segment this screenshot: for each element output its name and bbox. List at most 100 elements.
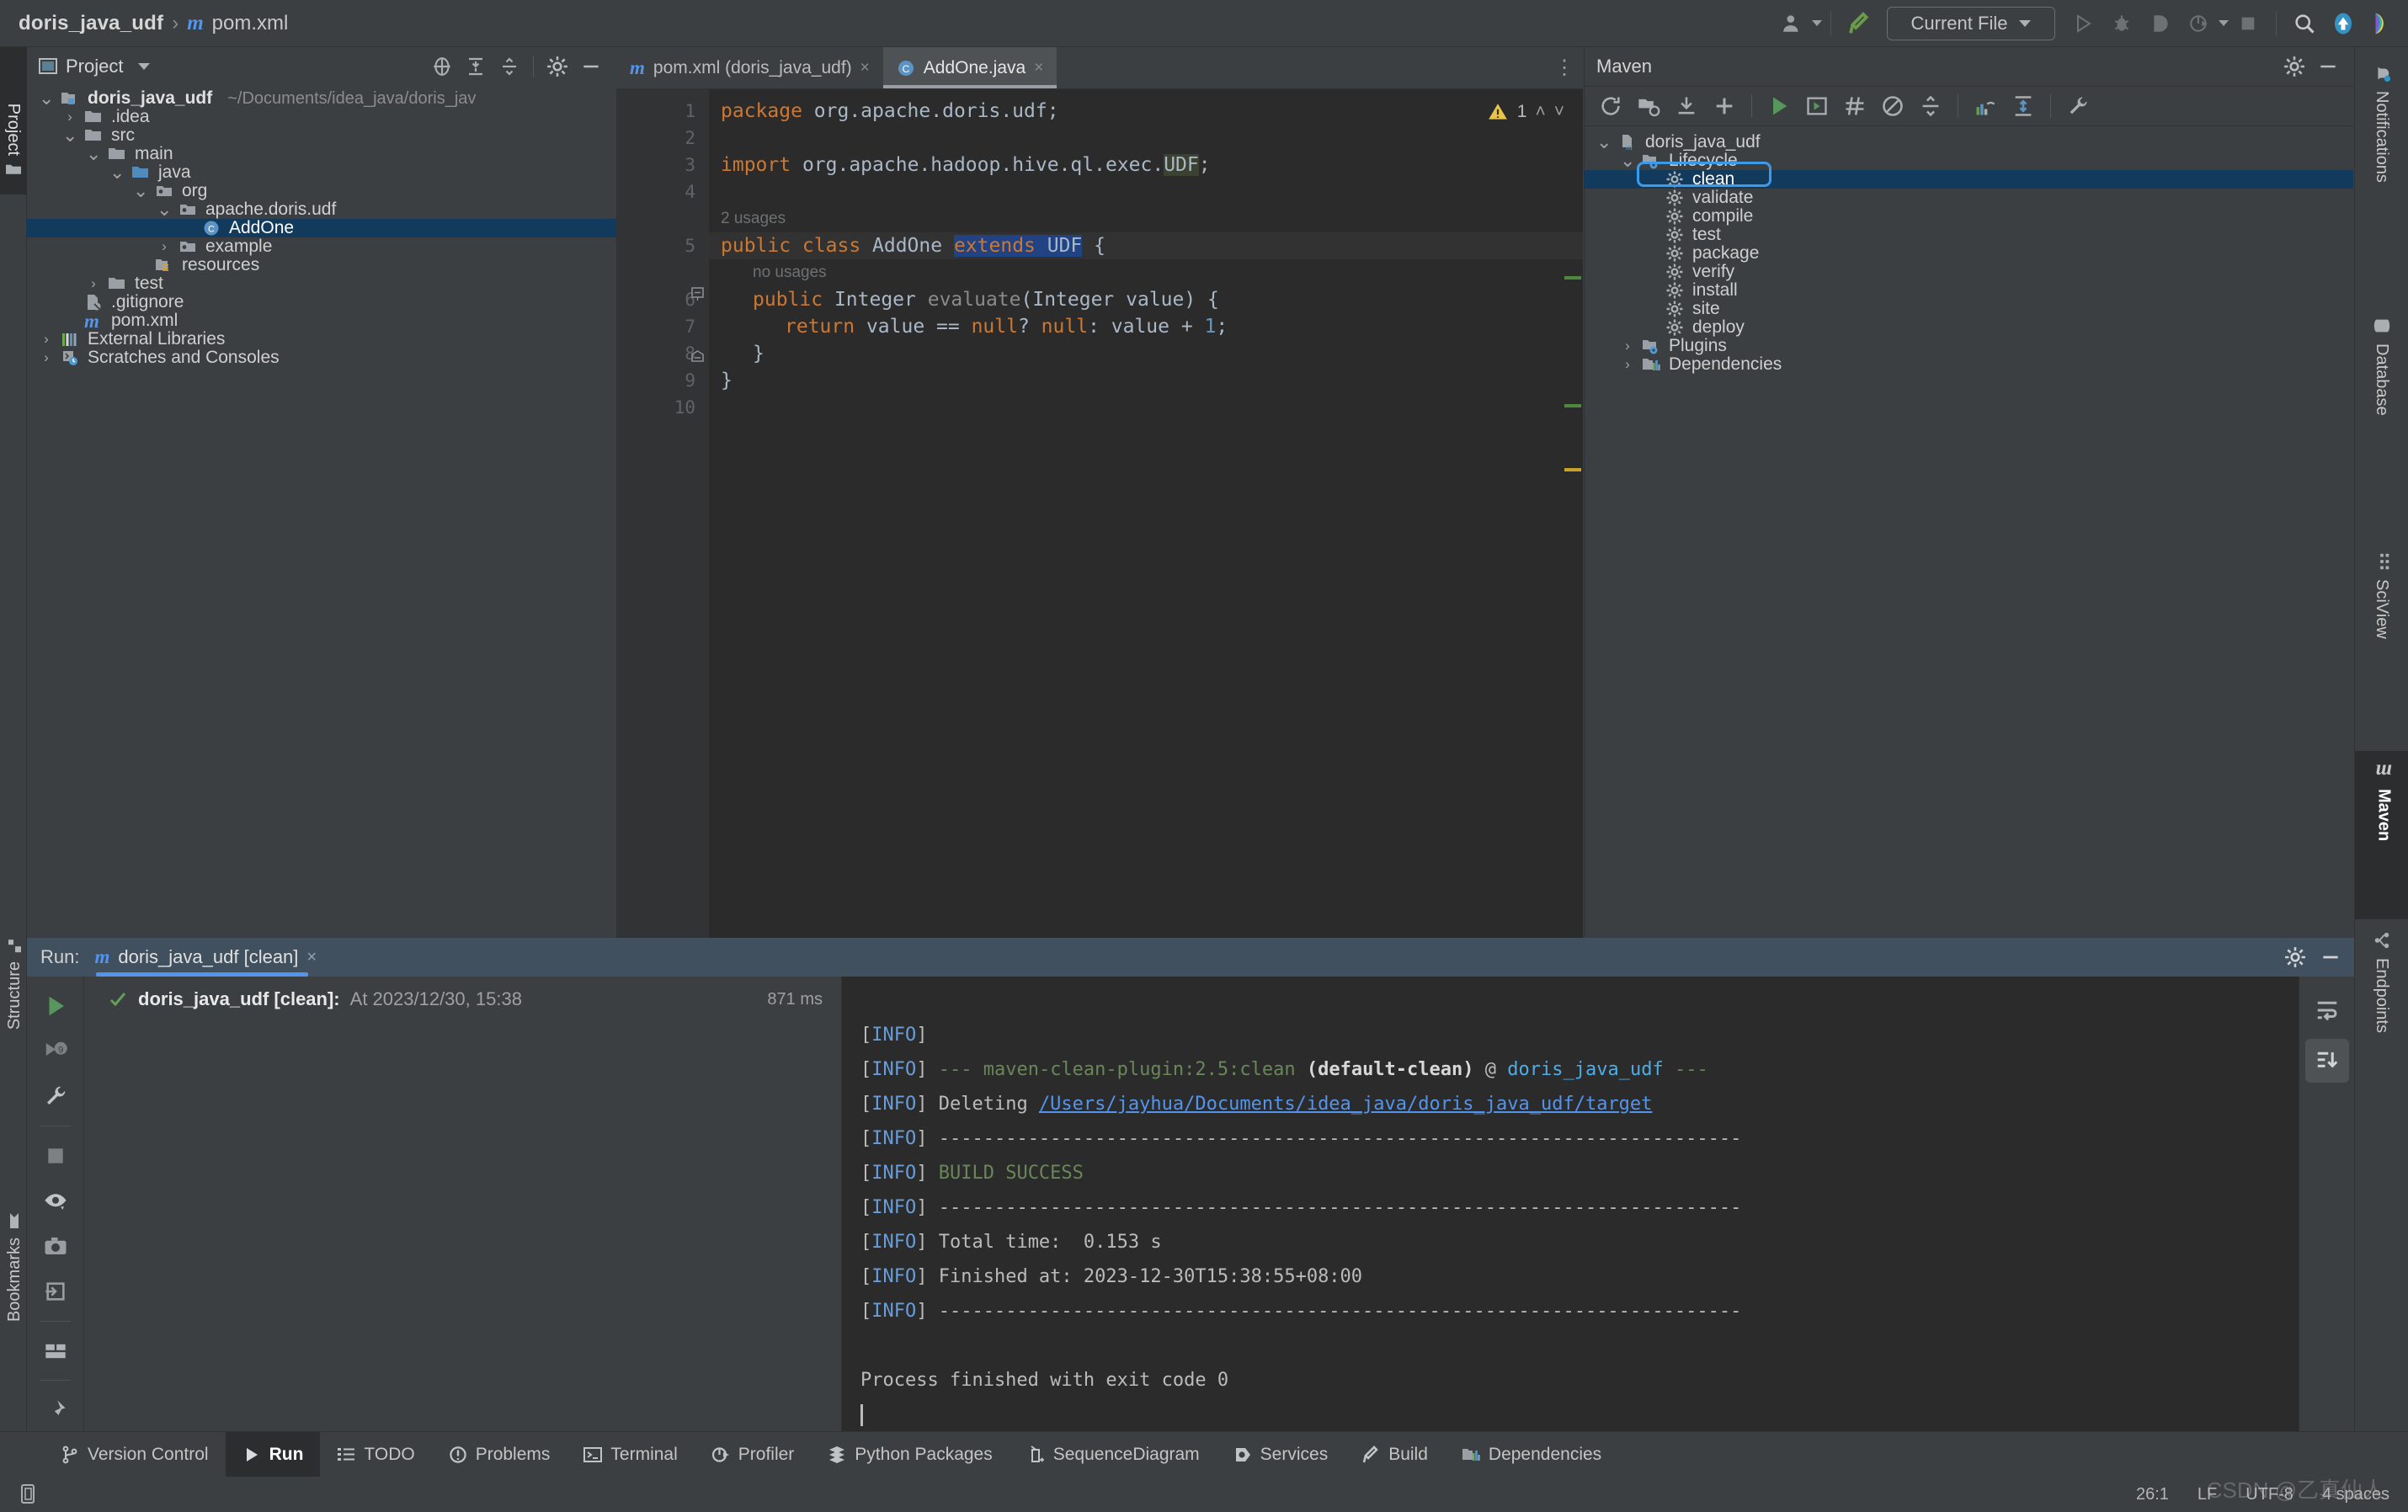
build-hammer-icon[interactable]	[1840, 4, 1878, 43]
run-configuration-selector[interactable]: Current File	[1887, 7, 2055, 40]
memory-indicator-icon[interactable]	[19, 1483, 39, 1505]
download-sources-icon[interactable]	[1669, 89, 1704, 123]
line-separator[interactable]: LF	[2198, 1485, 2217, 1504]
expand-all-icon[interactable]	[461, 51, 491, 82]
run-icon[interactable]	[1761, 89, 1797, 123]
chevron-down-icon[interactable]: ⌄	[39, 94, 54, 103]
close-icon[interactable]: ×	[860, 59, 870, 77]
pin-icon[interactable]	[33, 1389, 78, 1431]
add-maven-project-icon[interactable]	[1631, 89, 1666, 123]
close-icon[interactable]: ×	[1034, 59, 1043, 77]
project-tree-row[interactable]: ›.idea	[27, 108, 616, 126]
stop-icon[interactable]	[33, 1135, 78, 1177]
chevron-down-icon[interactable]: ⌄	[86, 150, 101, 158]
profiler-dropdown-caret-icon[interactable]	[2219, 20, 2229, 26]
inspection-widget[interactable]: 1 ˄ ˅	[1487, 101, 1564, 123]
run-result-row[interactable]: doris_java_udf [clean]: At 2023/12/30, 1…	[84, 985, 841, 1014]
execute-goal-icon[interactable]	[1799, 89, 1835, 123]
code-editor[interactable]: 1 2 3 4 5 6 7 8 9 10	[616, 89, 1583, 938]
project-tree-row[interactable]: CAddOne	[27, 219, 616, 237]
gear-icon[interactable]	[542, 51, 573, 82]
project-tree-row[interactable]: resources	[27, 256, 616, 274]
collapse-all-icon[interactable]	[494, 51, 525, 82]
file-encoding[interactable]: UTF-8	[2246, 1485, 2293, 1504]
maven-tree-row[interactable]: validate	[1585, 189, 2353, 207]
chevron-right-icon[interactable]: ›	[157, 238, 172, 255]
usages-hint-method[interactable]: no usages	[709, 259, 1583, 286]
fold-marker-method[interactable]	[690, 286, 706, 301]
run-with-coverage-icon[interactable]	[2141, 4, 2180, 43]
breadcrumb-file[interactable]: pom.xml	[212, 12, 289, 35]
hide-icon[interactable]	[2315, 942, 2346, 972]
skip-tests-icon[interactable]	[1837, 89, 1873, 123]
chevron-right-icon[interactable]: ›	[86, 275, 101, 292]
profiler-icon[interactable]	[2180, 4, 2219, 43]
search-icon[interactable]	[2285, 4, 2324, 43]
sidebar-item-sciview[interactable]: SciView	[2355, 540, 2408, 751]
rerun-failed-icon[interactable]: 9	[33, 1030, 78, 1073]
chevron-down-icon[interactable]: ⌄	[62, 131, 77, 140]
project-tree-row[interactable]: ›example	[27, 237, 616, 256]
scroll-to-end-icon[interactable]	[2305, 1039, 2349, 1083]
run-results-tree[interactable]: doris_java_udf [clean]: At 2023/12/30, 1…	[84, 977, 842, 1431]
stop-icon[interactable]	[2229, 4, 2267, 43]
project-tree[interactable]: ⌄doris_java_udf~/Documents/idea_java/dor…	[27, 86, 616, 367]
chevron-down-icon[interactable]: ⌄	[157, 205, 172, 214]
reload-all-icon[interactable]	[1593, 89, 1628, 123]
sidebar-item-project[interactable]: Project	[0, 47, 27, 194]
add-icon[interactable]	[1707, 89, 1742, 123]
prev-highlight-icon[interactable]: ˄	[1535, 102, 1545, 122]
project-tree-row[interactable]: ⌄doris_java_udf~/Documents/idea_java/dor…	[27, 89, 616, 108]
bottom-tab-todo[interactable]: TODO	[320, 1432, 431, 1477]
hide-icon[interactable]	[576, 51, 606, 82]
maven-tree-row[interactable]: compile	[1585, 207, 2353, 226]
maven-tree-row[interactable]: ⌄mdoris_java_udf	[1585, 133, 2353, 152]
export-icon[interactable]	[33, 1270, 78, 1312]
sidebar-item-maven[interactable]: m Maven	[2355, 751, 2408, 919]
sidebar-item-endpoints[interactable]: Endpoints	[2355, 919, 2408, 1155]
gear-icon[interactable]	[2280, 942, 2310, 972]
expand-all-icon[interactable]	[2006, 89, 2041, 123]
sidebar-item-database[interactable]: Database	[2355, 305, 2408, 540]
collapse-all-icon[interactable]	[1913, 89, 1948, 123]
gear-icon[interactable]	[2279, 51, 2309, 82]
project-tree-row[interactable]: ⌄src	[27, 126, 616, 145]
project-tree-row[interactable]: ⌄org	[27, 182, 616, 200]
project-tree-row[interactable]: ⌄apache.doris.udf	[27, 200, 616, 219]
maven-tree-row[interactable]: test	[1585, 226, 2353, 244]
screenshot-icon[interactable]	[33, 1225, 78, 1267]
close-icon[interactable]: ×	[306, 948, 317, 967]
debug-icon[interactable]	[2102, 4, 2141, 43]
locate-icon[interactable]	[427, 51, 457, 82]
show-dependencies-icon[interactable]	[1968, 89, 2003, 123]
chevron-right-icon[interactable]: ›	[1620, 338, 1635, 354]
ide-logo-icon[interactable]	[2363, 4, 2401, 43]
maven-tree-row[interactable]: package	[1585, 244, 2353, 263]
maven-tree-row[interactable]: ›Dependencies	[1585, 355, 2353, 374]
caret-position[interactable]: 26:1	[2136, 1485, 2169, 1504]
target-path-link[interactable]: /Users/jayhua/Documents/idea_java/doris_…	[1039, 1094, 1652, 1115]
fold-marker-method-end[interactable]	[690, 350, 706, 365]
next-highlight-icon[interactable]: ˅	[1554, 102, 1564, 122]
edit-configuration-icon[interactable]	[33, 1075, 78, 1117]
bottom-tab-sequencediagram[interactable]: SequenceDiagram	[1010, 1432, 1217, 1477]
chevron-right-icon[interactable]: ›	[39, 349, 54, 366]
bottom-tab-profiler[interactable]: Profiler	[695, 1432, 812, 1477]
bottom-tab-problems[interactable]: Problems	[432, 1432, 567, 1477]
rerun-icon[interactable]	[33, 985, 78, 1027]
sidebar-item-structure[interactable]: Structure	[0, 928, 27, 1180]
chevron-down-icon[interactable]: ⌄	[109, 168, 125, 177]
console-output[interactable]: [INFO] [INFO] --- maven-clean-plugin:2.5…	[842, 977, 2299, 1431]
user-dropdown-caret-icon[interactable]	[1812, 20, 1822, 26]
run-tab-doris-clean[interactable]: m doris_java_udf [clean] ×	[91, 938, 323, 977]
project-tree-row[interactable]: ⌄main	[27, 145, 616, 163]
sidebar-item-notifications[interactable]: Notifications	[2355, 52, 2408, 305]
project-tree-row[interactable]: .gitignore	[27, 293, 616, 311]
maven-tree-row[interactable]: verify	[1585, 263, 2353, 281]
project-tree-row[interactable]: ›External Libraries	[27, 330, 616, 349]
chevron-down-icon[interactable]: ⌄	[1620, 157, 1635, 165]
update-project-icon[interactable]	[2324, 4, 2363, 43]
chevron-right-icon[interactable]: ›	[62, 109, 77, 125]
maven-tree-row[interactable]: deploy	[1585, 318, 2353, 337]
bottom-tab-build[interactable]: Build	[1345, 1432, 1445, 1477]
